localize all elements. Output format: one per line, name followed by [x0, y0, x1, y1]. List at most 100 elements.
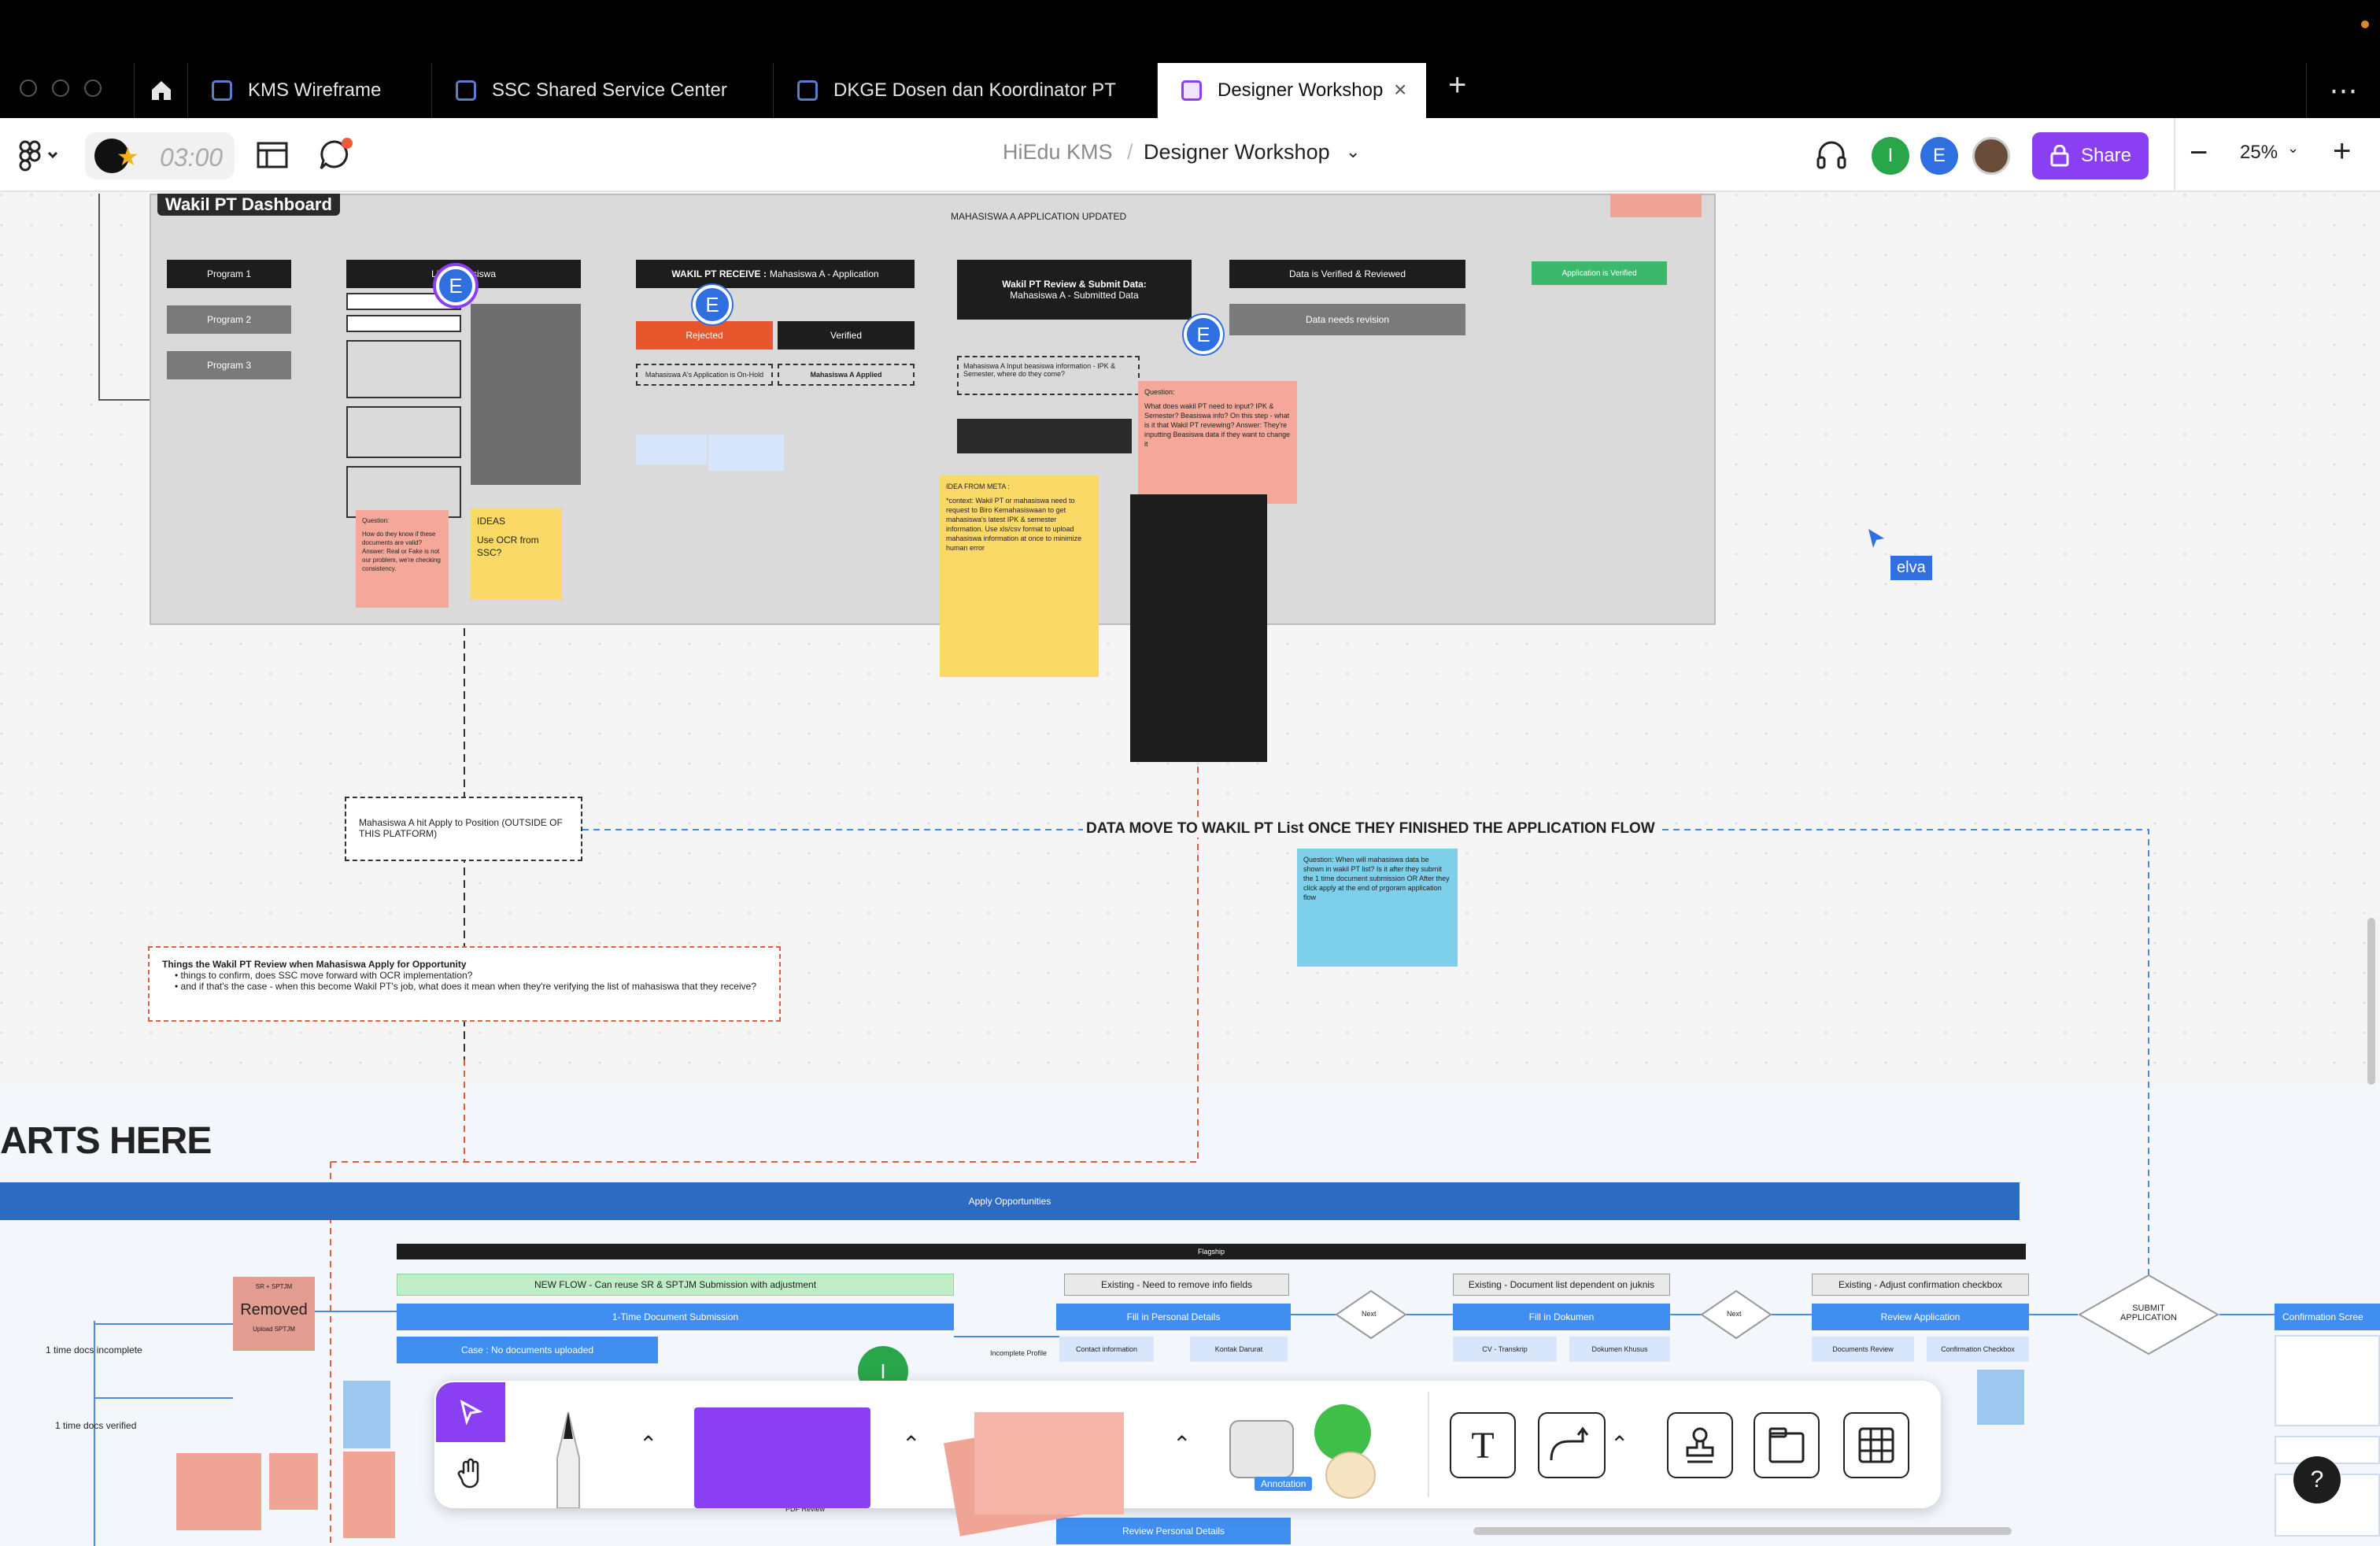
existing-label[interactable]: Existing - Document list dependent on ju…	[1453, 1274, 1670, 1296]
avatar-photo[interactable]	[1972, 137, 2010, 175]
home-button[interactable]	[134, 63, 187, 118]
file-name[interactable]: Designer Workshop	[1144, 140, 1330, 165]
program-node[interactable]: Program 3	[167, 351, 291, 379]
minimize-window-button[interactable]	[52, 80, 69, 97]
sticky-note[interactable]	[269, 1453, 318, 1510]
wakil-receive-node[interactable]: WAKIL PT RECEIVE : Mahasiswa A - Applica…	[636, 260, 915, 288]
zoom-level[interactable]: 25%	[2240, 142, 2278, 164]
chevron-up-icon[interactable]: ⌃	[1173, 1431, 1191, 1457]
help-button[interactable]: ?	[2293, 1456, 2341, 1503]
select-tool[interactable]	[436, 1382, 505, 1442]
tab-kms-wireframe[interactable]: KMS Wireframe	[187, 63, 431, 118]
fill-dokumen-node[interactable]: Fill in Dokumen	[1453, 1304, 1670, 1330]
chat-screenshot-image[interactable]	[1130, 494, 1267, 762]
wakil-review-node[interactable]: Wakil PT Review & Submit Data: Mahasiswa…	[957, 260, 1192, 320]
flagship-bar[interactable]: Flagship	[397, 1244, 2026, 1259]
chevron-down-icon[interactable]: ⌄	[1346, 142, 1360, 162]
sticky-title: Question:	[362, 517, 390, 524]
app-verified-node[interactable]: Application is Verified	[1532, 261, 1667, 285]
comments-button[interactable]	[318, 137, 354, 177]
applied-node[interactable]: Mahasiswa A Applied	[778, 364, 915, 386]
chevron-up-icon[interactable]: ⌃	[639, 1431, 657, 1457]
one-time-submission-node[interactable]: 1-Time Document Submission	[397, 1304, 954, 1330]
ideas-sticky[interactable]: IDEAS Use OCR from SSC?	[471, 509, 562, 600]
question-sticky[interactable]: Question: What does wakil PT need to inp…	[1138, 381, 1297, 504]
documents-review-node[interactable]: Documents Review	[1812, 1337, 1914, 1362]
sticky-note[interactable]	[176, 1453, 261, 1530]
stamp-tool[interactable]	[1667, 1412, 1733, 1478]
existing-label[interactable]: Existing - Need to remove info fields	[1064, 1274, 1289, 1296]
sticky-note[interactable]	[1977, 1370, 2024, 1425]
verified-node[interactable]: Verified	[778, 321, 915, 350]
confirmation-screen-node[interactable]: Confirmation Scree	[2275, 1304, 2380, 1330]
dokumen-khusus-node[interactable]: Dokumen Khusus	[1569, 1337, 1670, 1362]
idea-meta-sticky[interactable]: IDEA FROM META : *context: Wakil PT or m…	[940, 475, 1099, 677]
hand-tool[interactable]	[436, 1444, 505, 1503]
needs-revision-node[interactable]: Data needs revision	[1229, 304, 1465, 335]
tab-designer-workshop[interactable]: Designer Workshop ×	[1157, 63, 1426, 118]
close-window-button[interactable]	[20, 80, 37, 97]
cv-node[interactable]: CV - Transkrip	[1453, 1337, 1557, 1362]
data-verified-node[interactable]: Data is Verified & Reviewed	[1229, 260, 1465, 288]
text-tool[interactable]: T	[1450, 1412, 1516, 1478]
program-node[interactable]: Program 1	[167, 260, 291, 288]
avatar[interactable]: E	[1920, 137, 1958, 175]
existing-label[interactable]: Existing - Adjust confirmation checkbox	[1812, 1274, 2029, 1296]
new-flow-label[interactable]: NEW FLOW - Can reuse SR & SPTJM Submissi…	[397, 1274, 954, 1296]
table-icon	[1858, 1427, 1894, 1463]
rejected-node[interactable]: Rejected	[636, 321, 773, 350]
review-personal-node[interactable]: Review Personal Details	[1056, 1518, 1291, 1544]
layout-panel-button[interactable]	[257, 142, 288, 172]
timer-widget[interactable]: ★ 03:00	[85, 132, 235, 179]
tab-ssc-shared-service-center[interactable]: SSC Shared Service Center	[431, 63, 773, 118]
chevron-up-icon[interactable]: ⌃	[1610, 1431, 1628, 1457]
tab-dkge-dosen[interactable]: DKGE Dosen dan Koordinator PT	[773, 63, 1157, 118]
apply-position-node[interactable]: Mahasiswa A hit Apply to Position (OUTSI…	[345, 797, 582, 861]
on-hold-node[interactable]: Mahasiswa A's Application is On-Hold	[636, 364, 773, 386]
kontak-darurat-node[interactable]: Kontak Darurat	[1190, 1337, 1288, 1362]
sticky-note[interactable]	[343, 1452, 395, 1538]
notification-dot	[2361, 20, 2369, 28]
apply-opportunities-bar[interactable]: Apply Opportunities	[0, 1182, 2020, 1220]
figjam-file-icon	[212, 80, 232, 101]
chevron-up-icon[interactable]: ⌃	[902, 1431, 920, 1457]
pdf-review-node[interactable]: PDF Review	[746, 1505, 864, 1541]
marker-tool[interactable]	[537, 1407, 600, 1512]
removed-sticky[interactable]: SR + SPTJM Removed Upload SPTJM	[233, 1277, 315, 1351]
main-menu-button[interactable]	[17, 140, 61, 179]
contact-info-node[interactable]: Contact information	[1059, 1337, 1154, 1362]
sticky-note-tool[interactable]	[944, 1407, 1124, 1537]
stamps-and-stickers-tool[interactable]: Annotation	[1229, 1401, 1395, 1503]
node-bold: Wakil PT Review & Submit Data:	[1002, 279, 1147, 290]
input-beasiswa-node[interactable]: Mahasiswa A Input beasiswa information -…	[957, 356, 1140, 395]
sticky-note[interactable]	[1610, 194, 1702, 217]
things-review-box[interactable]: Things the Wakil PT Review when Mahasisw…	[148, 946, 781, 1022]
shape-tool[interactable]	[694, 1407, 870, 1508]
whiteboard-canvas[interactable]: Wakil PT Dashboard MAHASISWA A APPLICATI…	[0, 194, 2380, 1546]
section-tool[interactable]	[1754, 1412, 1820, 1478]
more-options-icon[interactable]: ⋯	[2306, 63, 2380, 118]
table-tool[interactable]	[1843, 1412, 1909, 1478]
creation-toolbar: ⌃ ⌃ ⌃ Annotation T ⌃	[434, 1381, 1941, 1537]
sticky-note[interactable]	[343, 1381, 390, 1448]
maximize-window-button[interactable]	[84, 80, 102, 97]
review-application-node[interactable]: Review Application	[1812, 1304, 2029, 1330]
breadcrumb-project[interactable]: HiEdu KMS	[1003, 140, 1113, 165]
close-tab-icon[interactable]: ×	[1394, 77, 1406, 102]
confirmation-checkbox-node[interactable]: Confirmation Checkbox	[1927, 1337, 2029, 1362]
question-sticky[interactable]: Question: When will mahasiswa data be sh…	[1297, 849, 1458, 967]
audio-huddle-button[interactable]	[1815, 139, 1848, 176]
fill-personal-node[interactable]: Fill in Personal Details	[1056, 1304, 1291, 1330]
connector-tool[interactable]	[1538, 1412, 1606, 1478]
branch-label: 1 time docs incomplete	[46, 1344, 142, 1356]
program-node[interactable]: Program 2	[167, 305, 291, 334]
avatar[interactable]: I	[1872, 137, 1909, 175]
share-button[interactable]: Share	[2032, 132, 2149, 179]
list-item: • things to confirm, does SSC move forwa…	[175, 970, 473, 981]
zoom-in-button[interactable]: +	[2333, 134, 2351, 169]
chevron-down-icon[interactable]: ⌄	[2287, 140, 2299, 157]
zoom-out-button[interactable]: −	[2190, 135, 2208, 171]
new-tab-button[interactable]: +	[1448, 68, 1466, 103]
question-sticky[interactable]: Question: How do they know if these docu…	[356, 510, 449, 608]
case-no-documents-node[interactable]: Case : No documents uploaded	[397, 1337, 658, 1363]
